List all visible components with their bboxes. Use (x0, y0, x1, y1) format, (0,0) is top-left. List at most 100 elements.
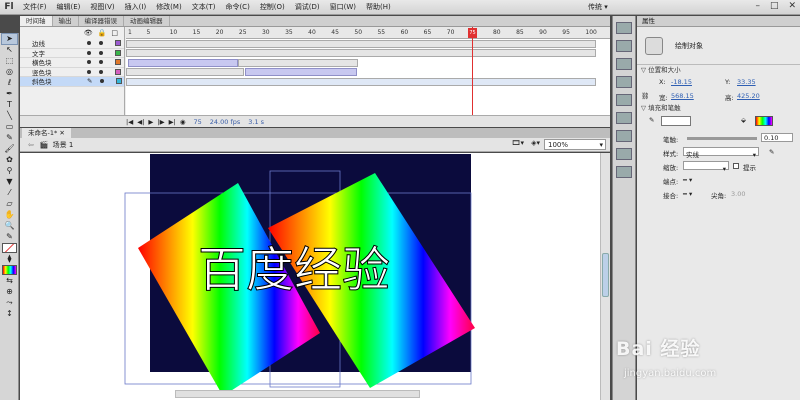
3d-rotation-icon[interactable]: ◎ (2, 67, 17, 77)
transform-panel-icon[interactable] (616, 94, 632, 106)
fill-color-icon[interactable]: ⧫ (2, 254, 17, 264)
info-panel-icon[interactable] (616, 76, 632, 88)
zoom-tool-icon[interactable]: 🔍 (2, 221, 17, 231)
color-panel-icon[interactable] (616, 22, 632, 34)
frame-grid[interactable]: 1510152025303540455055606570758085909510… (126, 27, 610, 127)
playhead[interactable] (472, 27, 473, 127)
menu-item[interactable]: 帮助(H) (361, 0, 396, 15)
first-frame-icon[interactable]: |◀ (126, 118, 133, 126)
snap-icon[interactable]: ⊕ (2, 287, 17, 297)
fill-color-swatch[interactable] (755, 116, 773, 126)
edit-symbol-icon[interactable]: ◈▾ (531, 139, 540, 147)
components-panel-icon[interactable] (616, 130, 632, 142)
eye-icon[interactable]: 👁 (84, 29, 93, 37)
menu-item[interactable]: 视图(V) (85, 0, 119, 15)
edit-scene-icon[interactable]: 🎞▾ (512, 139, 524, 147)
stage-canvas[interactable]: 百度经验 (20, 153, 600, 400)
menu-item[interactable]: 编辑(E) (52, 0, 86, 15)
stroke-slider[interactable] (687, 137, 757, 140)
miter-value[interactable]: 3.00 (731, 190, 745, 198)
close-icon[interactable]: ✕ (788, 1, 796, 11)
eraser-icon[interactable]: ▱ (2, 199, 17, 209)
width-value[interactable]: 568.15 (671, 92, 694, 100)
motion-presets-icon[interactable] (616, 148, 632, 160)
lasso-icon[interactable]: ℓ (2, 78, 17, 88)
lock-icon[interactable]: 🔒 (98, 29, 107, 37)
minimize-icon[interactable]: – (755, 1, 760, 11)
selection-tool-icon[interactable]: ➤ (1, 33, 18, 45)
workspace-switcher[interactable]: 传统 ▾ (588, 2, 608, 12)
fill-swatch-icon[interactable] (2, 265, 17, 275)
tab-timeline[interactable]: 时间轴 (20, 16, 53, 26)
hand-tool-icon[interactable]: ✋ (2, 210, 17, 220)
brush-tool-icon[interactable]: 🖌 (2, 144, 17, 154)
maximize-icon[interactable]: □ (770, 1, 779, 11)
menu-item[interactable]: 命令(C) (220, 0, 254, 15)
cap-select[interactable]: ━ ▾ (683, 176, 692, 184)
stroke-color-swatch[interactable] (661, 116, 691, 126)
pencil-icon[interactable]: ✎ (87, 77, 92, 85)
back-arrow-icon[interactable]: ⇦ (28, 141, 34, 149)
layer-row-selected[interactable]: 斜色块 ✎ (20, 77, 124, 87)
scene-label[interactable]: 场景 1 (53, 140, 74, 150)
library-panel-icon[interactable] (616, 112, 632, 124)
vertical-scrollbar[interactable] (600, 153, 610, 400)
join-select[interactable]: ━ ▾ (683, 190, 692, 198)
menu-item[interactable]: 插入(I) (120, 0, 152, 15)
menu-item[interactable]: 调试(D) (290, 0, 325, 15)
link-icon[interactable]: ⛓ (641, 92, 649, 100)
subselection-tool-icon[interactable]: ↖ (2, 45, 17, 55)
style-select[interactable]: 实线 ▾ (683, 147, 759, 159)
rectangle-tool-icon[interactable]: ▭ (2, 122, 17, 132)
pencil-tool-icon[interactable]: ✎ (2, 133, 17, 143)
stroke-swatch-icon[interactable] (2, 243, 17, 253)
straighten-icon[interactable]: ↕ (2, 309, 17, 319)
onion-skin-icon[interactable]: ◉ (180, 118, 186, 126)
paint-bucket-icon[interactable]: ▼ (2, 177, 17, 187)
pasteboard[interactable]: 百度经验 (20, 153, 600, 400)
pen-icon[interactable]: ✒ (2, 89, 17, 99)
outline-icon[interactable]: □ (111, 29, 118, 37)
tab-motion-editor[interactable]: 动画编辑器 (124, 16, 170, 26)
text-tool-icon[interactable]: T (2, 100, 17, 110)
tab-compiler-errors[interactable]: 编译器错误 (79, 16, 124, 26)
close-icon[interactable]: ✕ (59, 129, 64, 137)
stroke-color-icon[interactable]: ✎ (2, 232, 17, 242)
next-frame-icon[interactable]: |▶ (157, 118, 164, 126)
swatches-panel-icon[interactable] (616, 40, 632, 52)
stroke-value[interactable]: 0.10 (761, 133, 793, 142)
menu-item[interactable]: 控制(O) (255, 0, 290, 15)
horizontal-scrollbar[interactable] (175, 390, 420, 398)
zoom-select[interactable]: 100% ▾ (544, 139, 606, 150)
menu-item[interactable]: 文件(F) (18, 0, 52, 15)
scroll-thumb[interactable] (602, 253, 609, 297)
smooth-icon[interactable]: ⤳ (2, 298, 17, 308)
playhead-marker[interactable]: 75 (468, 28, 477, 38)
hint-checkbox[interactable] (733, 163, 739, 169)
bone-tool-icon[interactable]: ⚲ (2, 166, 17, 176)
menu-item[interactable]: 修改(M) (151, 0, 187, 15)
y-value[interactable]: 33.35 (737, 78, 756, 86)
line-tool-icon[interactable]: ╲ (2, 111, 17, 121)
document-tab[interactable]: 未命名-1* ✕ (22, 128, 71, 138)
play-icon[interactable]: ▶ (148, 118, 153, 126)
position-size-section[interactable]: ▽ 位置和大小 (637, 65, 800, 75)
deco-tool-icon[interactable]: ✿ (2, 155, 17, 165)
eyedropper-icon[interactable]: ⁄ (2, 188, 17, 198)
frame-rate[interactable]: 24.00 fps (210, 118, 240, 126)
menu-item[interactable]: 窗口(W) (325, 0, 361, 15)
history-panel-icon[interactable] (616, 166, 632, 178)
last-frame-icon[interactable]: ▶| (169, 118, 176, 126)
fill-stroke-section[interactable]: ▽ 填充和笔触 (637, 103, 800, 113)
frame-ruler[interactable]: 1510152025303540455055606570758085909510… (126, 27, 610, 39)
edit-style-icon[interactable]: ✎ (769, 148, 774, 156)
menu-item[interactable]: 文本(T) (187, 0, 221, 15)
free-transform-icon[interactable]: ⬚ (2, 56, 17, 66)
height-value[interactable]: 425.20 (737, 92, 760, 100)
align-panel-icon[interactable] (616, 58, 632, 70)
scale-select[interactable]: ▾ (683, 161, 729, 173)
swap-colors-icon[interactable]: ⇆ (2, 276, 17, 286)
tab-output[interactable]: 输出 (53, 16, 79, 26)
properties-tab[interactable]: 属性 (637, 16, 800, 27)
x-value[interactable]: -18.15 (671, 78, 692, 86)
